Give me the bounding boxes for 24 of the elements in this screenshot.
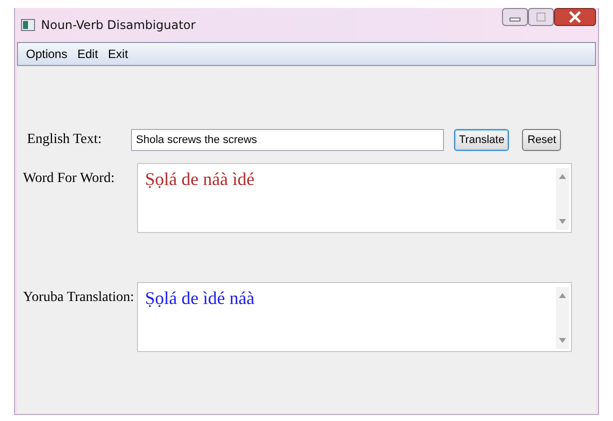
action-button[interactable]: Translate [454, 129, 510, 151]
output-text-area[interactable]: Ṣọlá de ìdé náà [137, 282, 572, 352]
menu-item[interactable]: Exit [108, 47, 128, 61]
output-text: Ṣọlá de náà ìdé [145, 168, 254, 190]
output-text: Ṣọlá de ìdé náà [145, 287, 254, 309]
scrollbar[interactable] [556, 168, 569, 230]
scroll-down-icon[interactable] [559, 219, 566, 224]
maximize-button[interactable] [528, 8, 554, 26]
window-app-icon [21, 19, 35, 31]
text-input-field[interactable]: Shola screws the screws [131, 129, 444, 151]
field-label: Yoruba Translation: [22, 289, 135, 306]
scroll-down-icon[interactable] [559, 338, 566, 343]
scrollbar[interactable] [556, 287, 569, 349]
minimize-button[interactable] [502, 8, 528, 26]
field-label: Word For Word: [22, 170, 116, 187]
close-button[interactable] [554, 8, 596, 26]
scroll-up-icon[interactable] [559, 293, 566, 298]
menu-item[interactable]: Edit [77, 47, 98, 61]
action-button[interactable]: Reset [522, 129, 562, 151]
scroll-up-icon[interactable] [559, 174, 566, 179]
menu-item[interactable]: Options [26, 47, 68, 61]
output-text-area[interactable]: Ṣọlá de náà ìdé [137, 163, 572, 233]
window-title: Noun-Verb Disambiguator [41, 18, 196, 32]
field-label: English Text: [26, 132, 103, 148]
